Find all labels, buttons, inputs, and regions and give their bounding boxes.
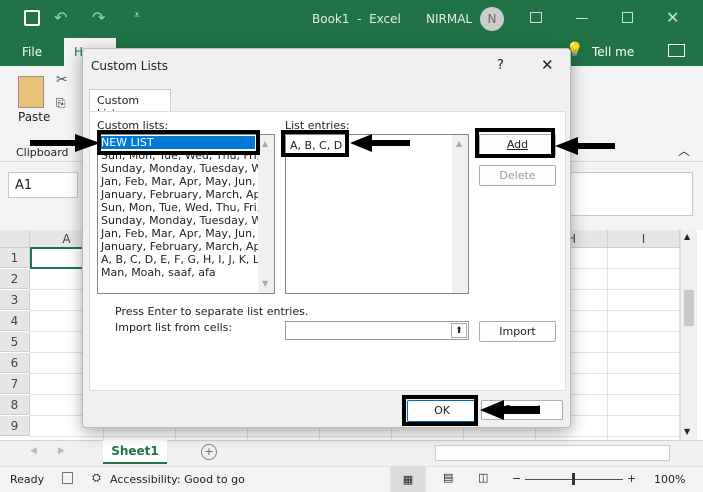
arrow-icon [480, 400, 540, 420]
arrow-icon [30, 134, 100, 152]
arrow-icon [555, 137, 615, 155]
annotation-arrows [30, 134, 615, 420]
arrow-icon [350, 134, 410, 152]
